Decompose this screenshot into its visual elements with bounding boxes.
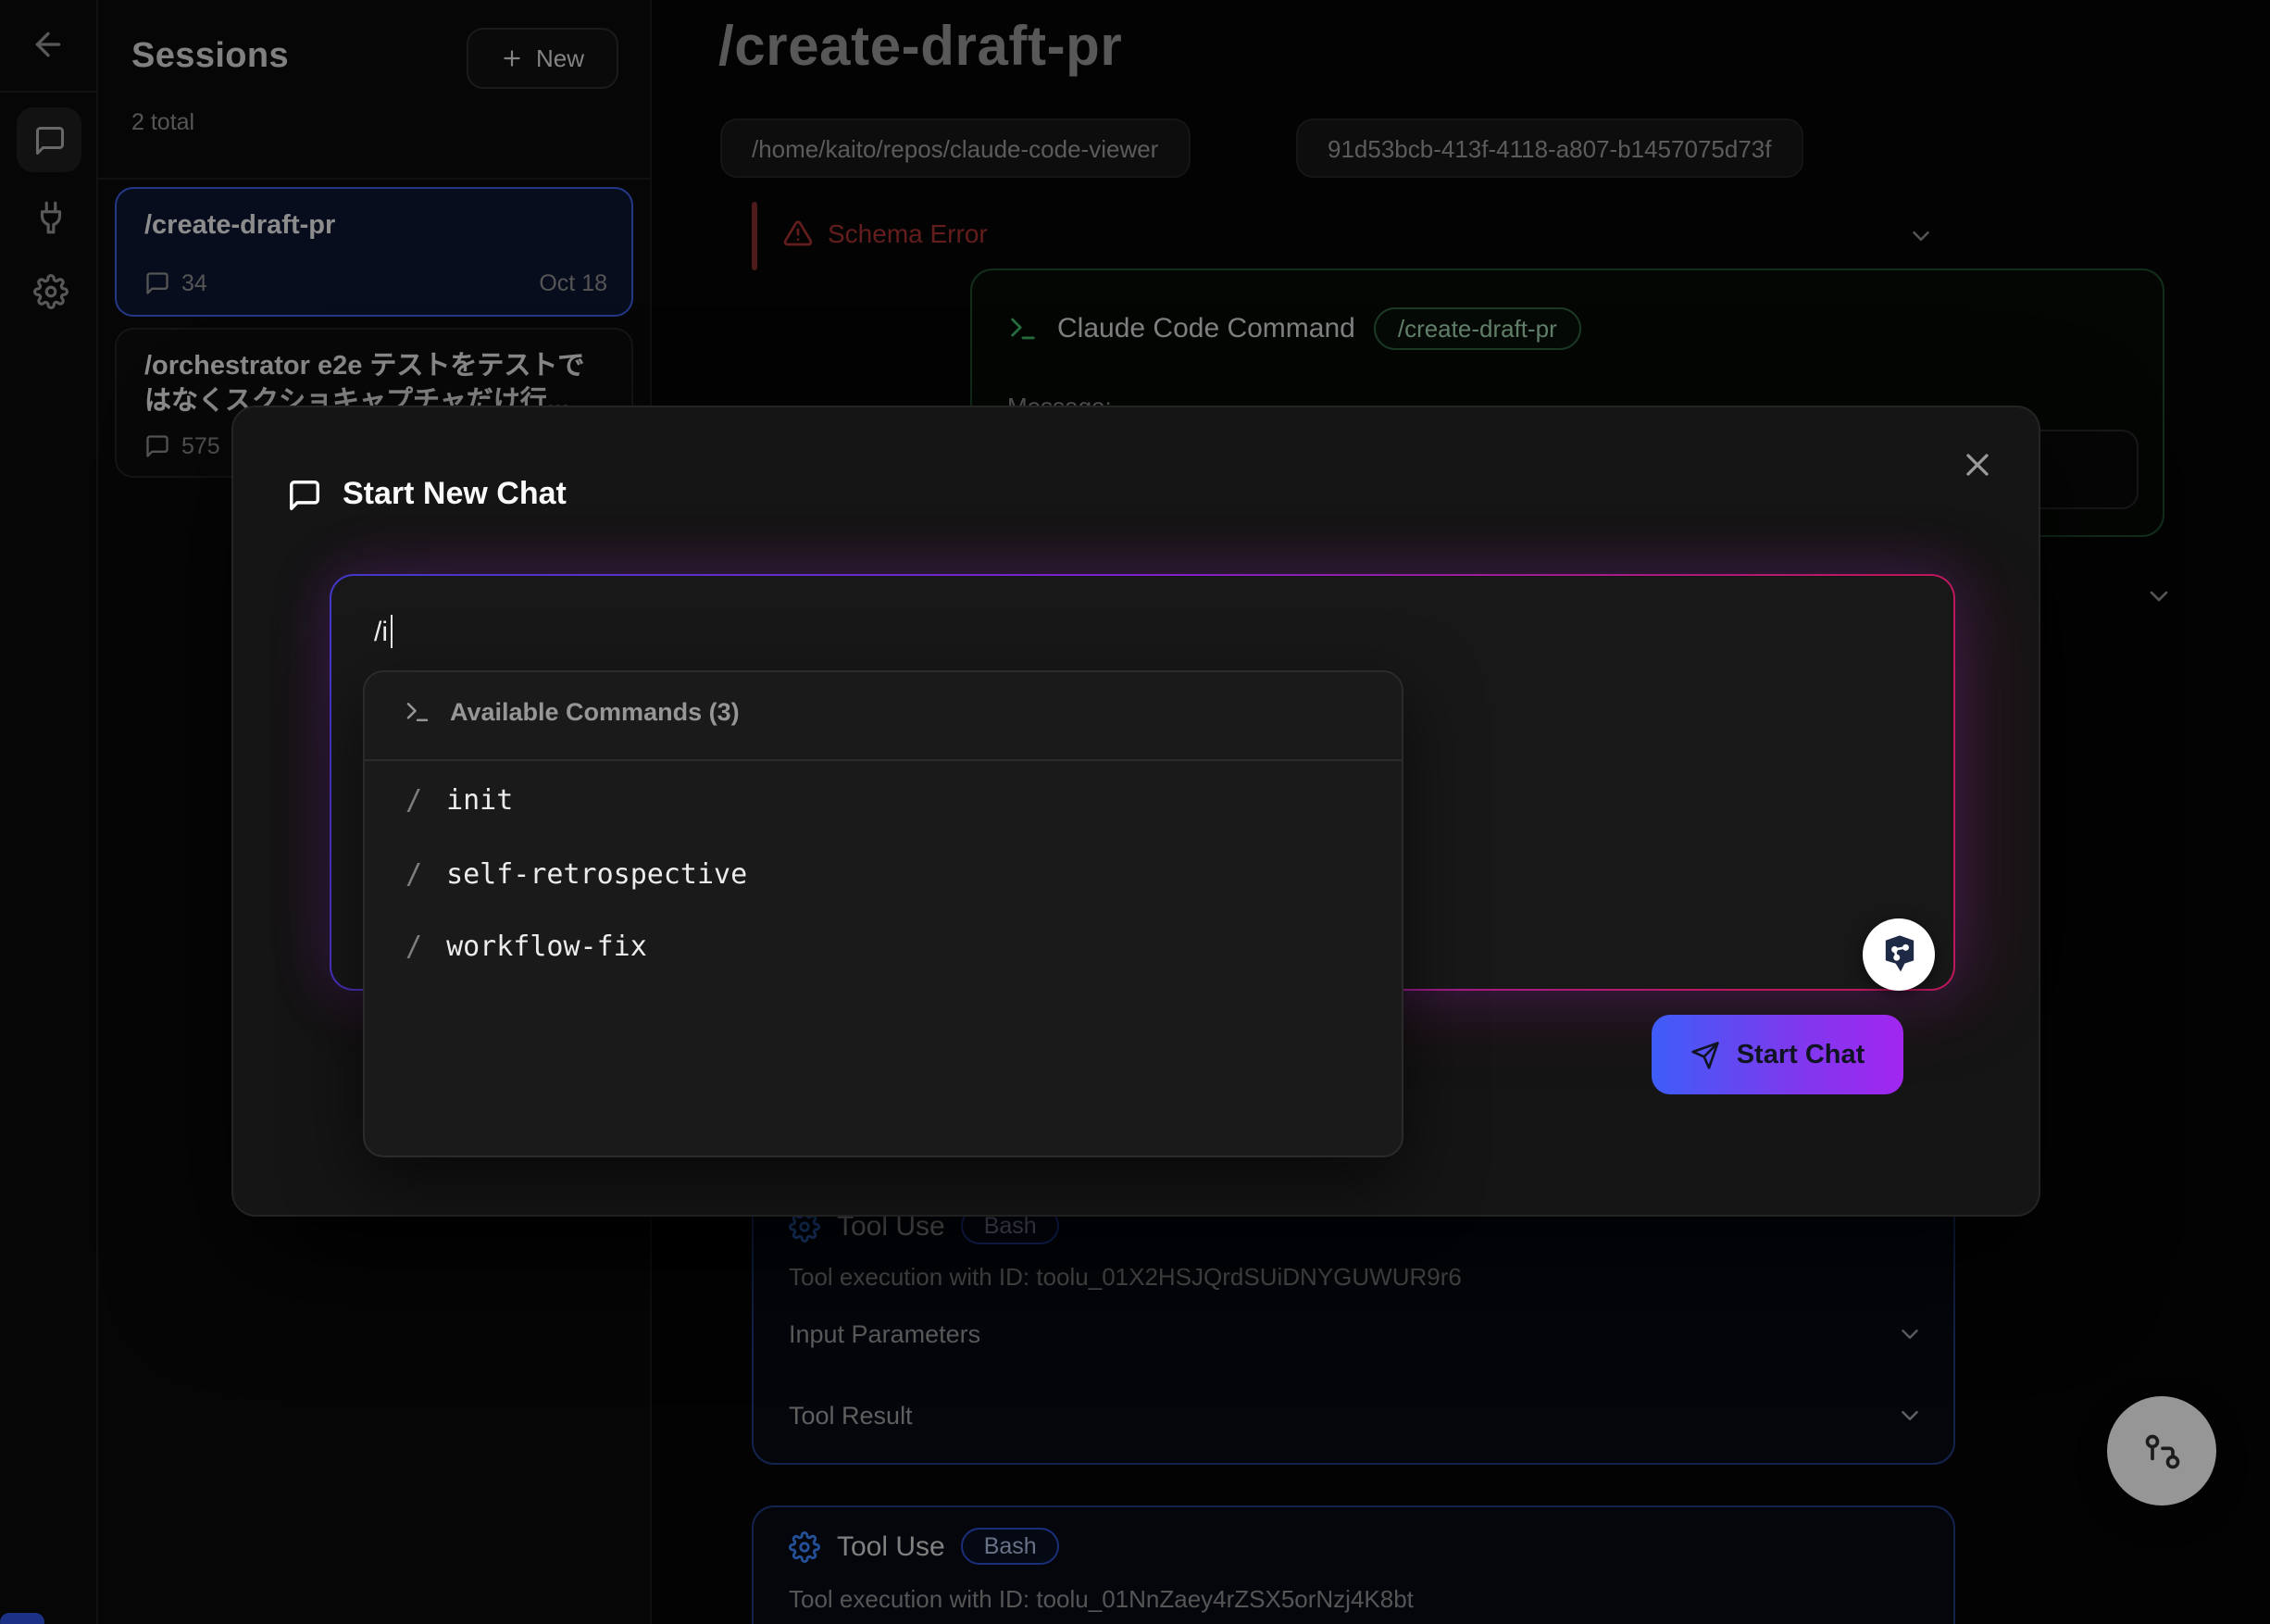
git-pull-request-icon xyxy=(2141,1430,2182,1471)
command-option-workflow-fix[interactable]: / workflow-fix xyxy=(365,911,1402,981)
screenshot-stage: Sessions New 2 total /create-draft-pr 34… xyxy=(0,0,2270,1624)
chat-bubble-icon xyxy=(287,477,322,512)
commands-dropdown: Available Commands (3) / init / self-ret… xyxy=(363,670,1403,1157)
commands-dropdown-header: Available Commands (3) xyxy=(404,698,740,726)
command-name: workflow-fix xyxy=(446,930,647,963)
start-chat-button[interactable]: Start Chat xyxy=(1652,1015,1903,1094)
command-name: init xyxy=(446,783,513,817)
share-chat-logo-icon xyxy=(1875,931,1923,979)
command-prefix: / xyxy=(405,783,422,817)
close-icon xyxy=(1959,446,1996,483)
chat-input-value: /i xyxy=(374,616,388,647)
start-chat-label: Start Chat xyxy=(1737,1040,1865,1069)
command-prefix: / xyxy=(405,857,422,891)
command-option-self-retrospective[interactable]: / self-retrospective xyxy=(365,839,1402,909)
command-name: self-retrospective xyxy=(446,857,747,891)
commands-dropdown-title: Available Commands (3) xyxy=(450,698,740,726)
app-root: Sessions New 2 total /create-draft-pr 34… xyxy=(0,0,2270,1624)
terminal-icon xyxy=(404,698,431,726)
command-prefix: / xyxy=(405,930,422,963)
git-graph-fab[interactable] xyxy=(2107,1396,2216,1505)
text-caret xyxy=(390,615,393,648)
close-button[interactable] xyxy=(1959,446,1996,483)
dropdown-divider xyxy=(365,759,1402,761)
start-new-chat-modal: Start New Chat /i xyxy=(231,406,2040,1217)
command-option-init[interactable]: / init xyxy=(365,765,1402,835)
modal-title: Start New Chat xyxy=(343,476,567,513)
extension-logo-button[interactable] xyxy=(1863,918,1935,991)
send-icon xyxy=(1690,1040,1720,1069)
